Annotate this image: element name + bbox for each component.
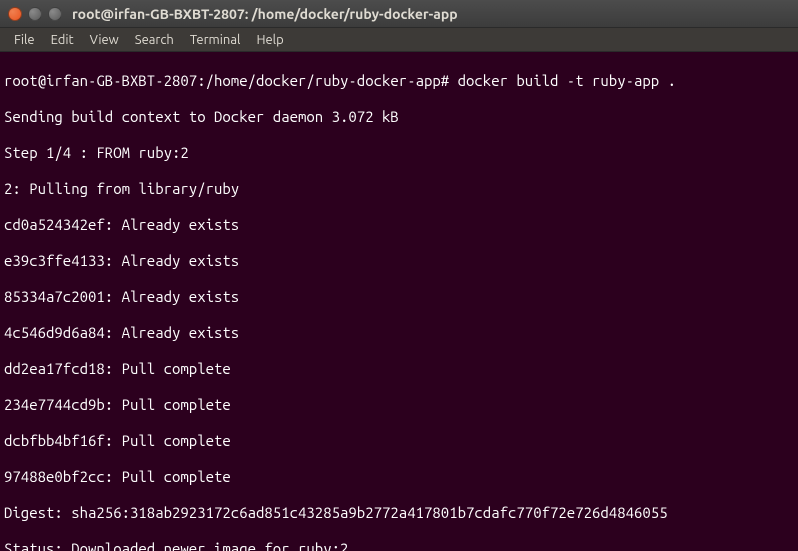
window-title: root@irfan-GB-BXBT-2807: /home/docker/ru…	[72, 6, 458, 22]
maximize-icon[interactable]	[48, 7, 62, 21]
terminal-line: dd2ea17fcd18: Pull complete	[4, 360, 794, 378]
terminal-line: e39c3ffe4133: Already exists	[4, 252, 794, 270]
terminal-output[interactable]: root@irfan-GB-BXBT-2807:/home/docker/rub…	[0, 52, 798, 551]
menu-file[interactable]: File	[6, 33, 43, 47]
menu-search[interactable]: Search	[127, 33, 182, 47]
window-controls	[8, 7, 62, 21]
terminal-line: 2: Pulling from library/ruby	[4, 180, 794, 198]
terminal-line: 234e7744cd9b: Pull complete	[4, 396, 794, 414]
menu-view[interactable]: View	[82, 33, 127, 47]
terminal-line: 85334a7c2001: Already exists	[4, 288, 794, 306]
terminal-line: 97488e0bf2cc: Pull complete	[4, 468, 794, 486]
terminal-line: cd0a524342ef: Already exists	[4, 216, 794, 234]
terminal-line: Sending build context to Docker daemon 3…	[4, 108, 794, 126]
titlebar: root@irfan-GB-BXBT-2807: /home/docker/ru…	[0, 0, 798, 28]
terminal-line: Status: Downloaded newer image for ruby:…	[4, 540, 794, 551]
terminal-line: dcbfbb4bf16f: Pull complete	[4, 432, 794, 450]
terminal-line: Step 1/4 : FROM ruby:2	[4, 144, 794, 162]
minimize-icon[interactable]	[28, 7, 42, 21]
menu-terminal[interactable]: Terminal	[182, 33, 249, 47]
menu-help[interactable]: Help	[248, 33, 291, 47]
terminal-line: 4c546d9d6a84: Already exists	[4, 324, 794, 342]
menu-edit[interactable]: Edit	[43, 33, 82, 47]
menubar: File Edit View Search Terminal Help	[0, 28, 798, 52]
terminal-line: root@irfan-GB-BXBT-2807:/home/docker/rub…	[4, 72, 794, 90]
close-icon[interactable]	[8, 7, 22, 21]
terminal-line: Digest: sha256:318ab2923172c6ad851c43285…	[4, 504, 794, 522]
